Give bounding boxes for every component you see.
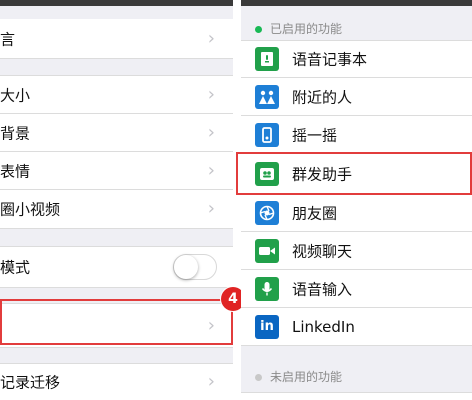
- feature-label: LinkedIn: [292, 317, 355, 336]
- settings-row-chat-background[interactable]: 背景 ›: [0, 114, 233, 152]
- feature-label: 摇一摇: [292, 126, 338, 144]
- features-panel: 已启用的功能 语音记事本 附近的人 摇一摇 群发助手 朋友圈 视频聊天 语音输入…: [241, 6, 472, 400]
- settings-row-stickers[interactable]: 表情 ›: [0, 152, 233, 190]
- moments-icon: [255, 200, 279, 225]
- chevron-right-icon: ›: [207, 121, 215, 143]
- feature-label: 视频聊天: [292, 242, 353, 260]
- settings-row-language[interactable]: 言 ›: [0, 19, 233, 59]
- mode-toggle[interactable]: [173, 254, 217, 280]
- feature-label: 附近的人: [292, 88, 353, 106]
- settings-row-label: 记录迁移: [0, 373, 61, 392]
- settings-row-label: 圈小视频: [0, 200, 61, 219]
- enabled-dot-icon: [255, 26, 262, 33]
- settings-row-label: 背景: [0, 124, 31, 142]
- settings-row-label: 模式: [0, 258, 31, 277]
- video-chat-icon: [255, 238, 279, 263]
- feature-label: 语音记事本: [292, 50, 368, 69]
- chevron-right-icon: ›: [207, 371, 215, 392]
- chevron-right-icon: ›: [207, 83, 215, 105]
- feature-row[interactable]: 附近的人: [241, 78, 472, 116]
- chevron-right-icon: ›: [207, 198, 215, 219]
- settings-row-font-size[interactable]: 大小 ›: [0, 75, 233, 114]
- broadcast-assistant-icon: [255, 161, 279, 186]
- feature-label: 语音输入: [292, 280, 353, 298]
- feature-row[interactable]: 语音记事本: [241, 40, 472, 78]
- voice-notebook-icon: [255, 47, 279, 71]
- feature-label: 群发助手: [292, 165, 353, 183]
- panel-divider: [233, 0, 241, 400]
- disabled-section-header: 未启用的功能: [241, 368, 472, 385]
- feature-row[interactable]: 摇一摇: [241, 116, 472, 154]
- settings-row-sight-video[interactable]: 圈小视频 ›: [0, 190, 233, 229]
- settings-row-chat-migration[interactable]: 记录迁移 ›: [0, 363, 233, 400]
- chevron-right-icon: ›: [207, 27, 215, 49]
- settings-panel: 言 › 大小 › 背景 › 表情 › 圈小视频 › 模式 › 记录迁移 ›: [0, 6, 233, 400]
- settings-row-label: 言: [0, 30, 16, 48]
- feature-row[interactable]: 群发助手: [241, 154, 472, 194]
- feature-row[interactable]: in LinkedIn: [241, 308, 472, 346]
- voice-input-icon: [255, 276, 279, 301]
- shake-icon: [255, 122, 279, 147]
- chevron-right-icon: ›: [207, 159, 215, 181]
- settings-row-features[interactable]: ›: [0, 303, 233, 348]
- linkedin-icon: in: [255, 314, 279, 339]
- enabled-section-header: 已启用的功能: [241, 20, 472, 37]
- disabled-dot-icon: [255, 374, 262, 381]
- feature-row[interactable]: 视频聊天: [241, 232, 472, 270]
- settings-row-mode: 模式: [0, 246, 233, 288]
- feature-label: 朋友圈: [292, 204, 338, 222]
- feature-row[interactable]: 朋友圈: [241, 194, 472, 232]
- settings-row-label: 大小: [0, 86, 31, 104]
- nearby-people-icon: [255, 84, 279, 109]
- disabled-feature-row[interactable]: [241, 392, 472, 400]
- feature-row[interactable]: 语音输入: [241, 270, 472, 308]
- toggle-knob: [174, 255, 198, 279]
- settings-row-label: 表情: [0, 162, 31, 180]
- chevron-right-icon: ›: [207, 314, 215, 336]
